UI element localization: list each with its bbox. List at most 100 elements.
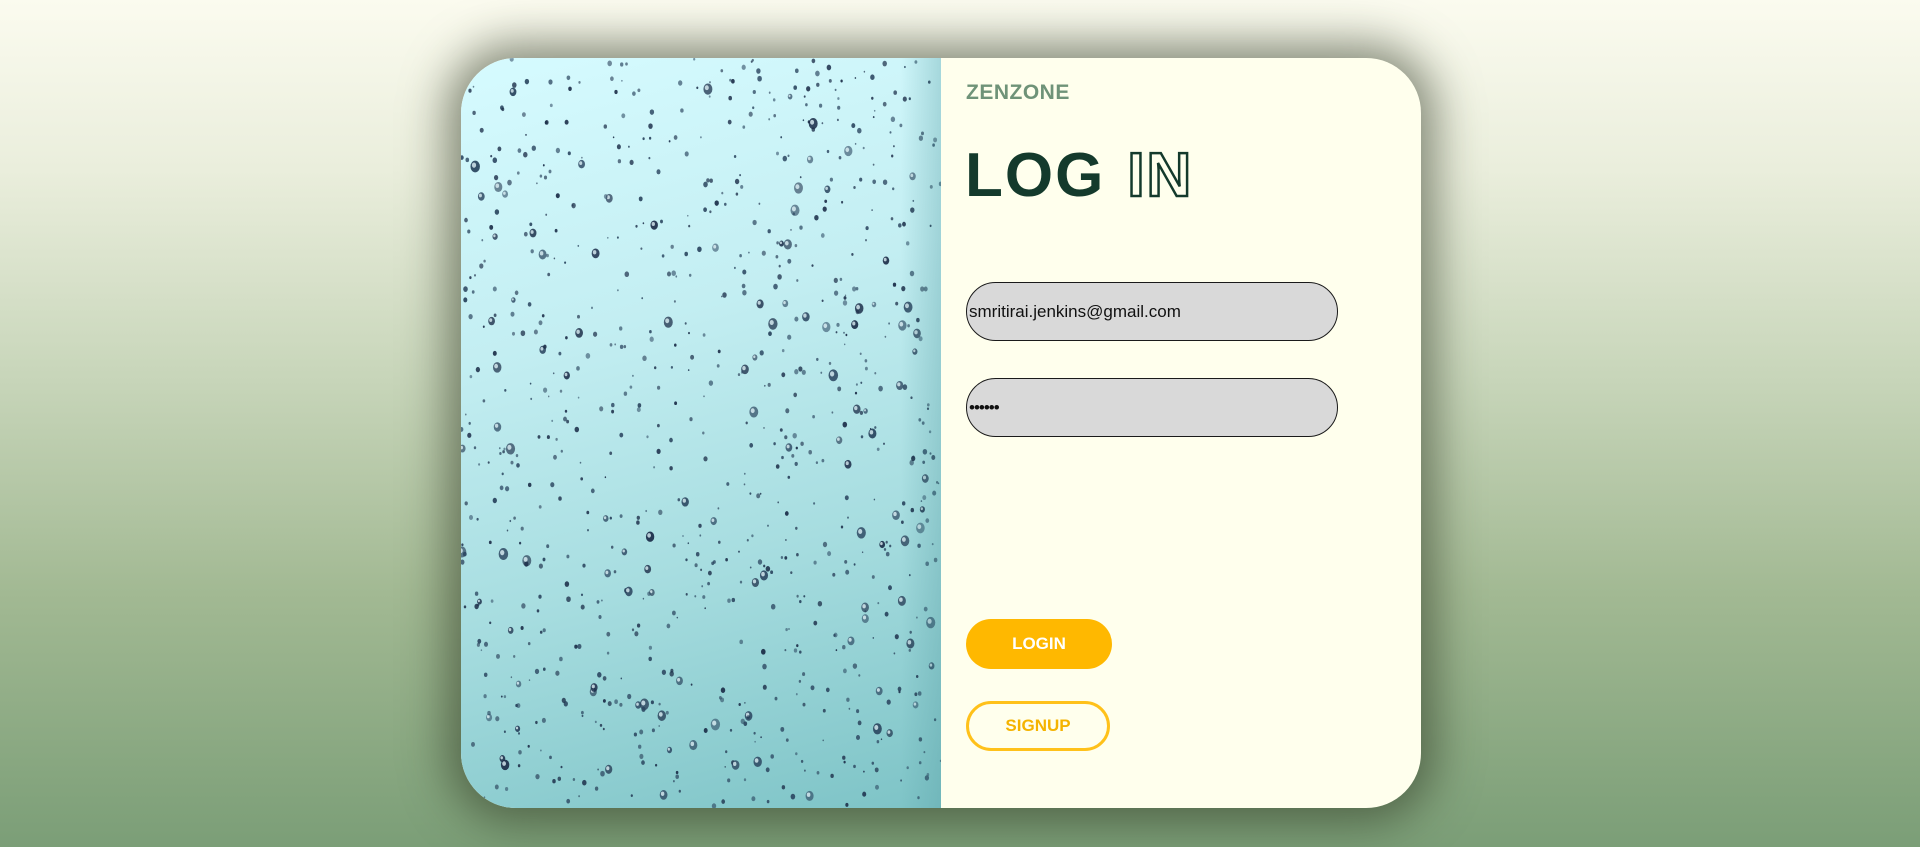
- raindrop: [836, 118, 839, 122]
- raindrop: [835, 649, 838, 652]
- raindrop: [533, 329, 538, 335]
- raindrop: [528, 679, 531, 681]
- raindrop: [918, 761, 922, 765]
- raindrop: [885, 540, 888, 544]
- raindrop: [790, 571, 793, 575]
- raindrop: [920, 286, 925, 292]
- raindrop: [507, 179, 512, 186]
- raindrop: [802, 119, 805, 122]
- raindrop: [637, 88, 641, 93]
- raindrop: [761, 250, 766, 256]
- raindrop: [845, 333, 848, 337]
- raindrop: [889, 544, 892, 548]
- raindrop: [543, 387, 548, 393]
- raindrop: [863, 70, 866, 73]
- raindrop: [794, 68, 799, 74]
- raindrops-pattern: [461, 58, 941, 808]
- raindrop: [495, 716, 500, 722]
- raindrop-highlight: [807, 156, 811, 161]
- raindrop: [483, 796, 486, 799]
- raindrop-highlight: [893, 511, 897, 517]
- raindrop: [703, 395, 705, 398]
- raindrop: [909, 270, 915, 277]
- raindrop: [461, 426, 464, 432]
- raindrop: [511, 331, 516, 336]
- raindrop: [743, 472, 746, 475]
- raindrop: [885, 551, 890, 557]
- raindrop: [787, 154, 790, 158]
- raindrop: [493, 174, 499, 181]
- raindrop: [617, 289, 619, 292]
- raindrop: [607, 60, 612, 67]
- raindrop: [741, 283, 746, 289]
- raindrop: [895, 301, 899, 306]
- raindrop: [921, 131, 924, 136]
- raindrop: [580, 593, 584, 597]
- raindrop: [700, 568, 703, 572]
- raindrop: [718, 696, 722, 700]
- raindrop: [471, 290, 475, 294]
- raindrop: [642, 222, 645, 225]
- raindrop: [799, 650, 802, 654]
- raindrop: [860, 435, 864, 439]
- raindrop: [822, 541, 828, 548]
- raindrop: [770, 603, 776, 610]
- raindrop: [669, 671, 674, 677]
- raindrop: [496, 653, 500, 659]
- raindrop: [650, 700, 654, 705]
- raindrop: [820, 371, 823, 374]
- raindrop: [742, 289, 747, 296]
- raindrop: [578, 795, 580, 798]
- raindrop: [688, 331, 690, 335]
- raindrop: [777, 501, 780, 504]
- raindrop: [602, 699, 606, 703]
- raindrop: [905, 241, 910, 246]
- raindrop: [794, 461, 798, 466]
- raindrop: [916, 616, 918, 619]
- signup-button[interactable]: SIGNUP: [966, 701, 1110, 751]
- raindrop: [773, 114, 777, 118]
- raindrop: [916, 317, 920, 323]
- raindrop: [846, 697, 850, 702]
- raindrop: [827, 551, 832, 557]
- raindrop: [566, 419, 570, 424]
- raindrop-highlight: [917, 524, 922, 530]
- raindrop-highlight: [704, 85, 709, 91]
- raindrop: [709, 210, 712, 214]
- raindrop: [621, 113, 626, 119]
- raindrop: [464, 501, 468, 506]
- raindrop: [609, 516, 612, 520]
- raindrop: [564, 581, 570, 587]
- raindrop: [516, 171, 520, 175]
- raindrop: [871, 96, 874, 100]
- raindrop: [918, 336, 923, 342]
- raindrop: [864, 366, 868, 371]
- raindrop: [852, 663, 858, 669]
- raindrop: [577, 396, 580, 399]
- raindrop: [830, 773, 834, 779]
- password-field[interactable]: [966, 378, 1338, 437]
- raindrop: [483, 672, 488, 678]
- raindrop: [751, 534, 754, 538]
- email-field[interactable]: [966, 282, 1338, 341]
- raindrop: [479, 263, 484, 269]
- raindrop: [599, 406, 604, 412]
- raindrop: [816, 771, 820, 775]
- raindrop: [928, 430, 932, 434]
- raindrop-highlight: [862, 615, 867, 620]
- raindrop-highlight: [530, 230, 534, 234]
- raindrop: [549, 755, 552, 760]
- raindrop: [641, 297, 644, 300]
- login-button[interactable]: LOGIN: [966, 619, 1112, 669]
- raindrop: [840, 525, 844, 529]
- raindrop: [607, 701, 612, 707]
- raindrop: [776, 241, 779, 245]
- raindrop: [843, 760, 846, 764]
- raindrop-highlight: [489, 318, 493, 322]
- raindrop: [714, 200, 719, 206]
- raindrop-highlight: [511, 298, 514, 301]
- raindrop: [523, 231, 528, 237]
- raindrop: [576, 366, 580, 371]
- raindrop: [684, 251, 688, 257]
- raindrop: [902, 221, 906, 227]
